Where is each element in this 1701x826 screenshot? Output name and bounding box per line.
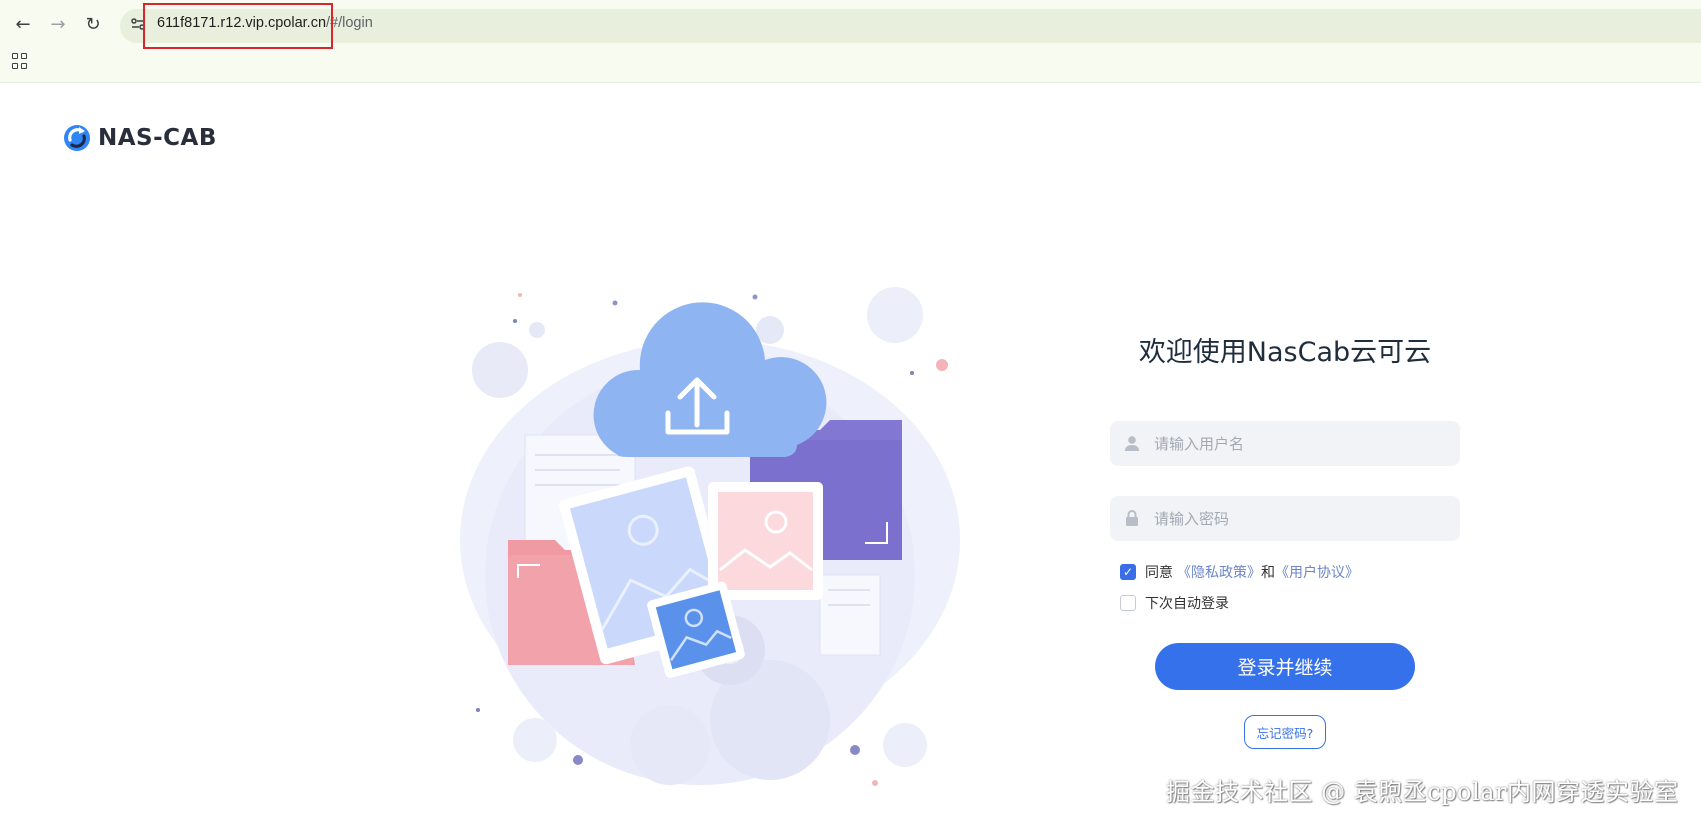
username-field[interactable]: [1110, 421, 1460, 466]
agree-prefix: 同意: [1145, 565, 1173, 581]
password-field[interactable]: [1110, 496, 1460, 541]
user-icon: [1125, 436, 1139, 451]
auto-login-checkbox[interactable]: [1120, 595, 1136, 611]
user-agreement-link[interactable]: 《用户协议》: [1275, 562, 1359, 582]
forward-icon[interactable]: →: [46, 12, 70, 36]
browser-chrome: ← → ↻ 611f8171.r12.vip.cpolar.cn/#/login: [0, 0, 1701, 83]
privacy-policy-link[interactable]: 《隐私政策》: [1177, 562, 1261, 582]
forgot-password-button[interactable]: 忘记密码?: [1244, 715, 1326, 749]
url-path: /#/login: [326, 15, 373, 31]
reload-icon[interactable]: ↻: [81, 12, 105, 36]
nascab-logo: NAS-CAB: [62, 123, 217, 153]
lock-icon: [1126, 510, 1138, 526]
login-title: 欢迎使用NasCab云可云: [1138, 337, 1432, 368]
url-highlight-box: [143, 3, 333, 49]
back-icon[interactable]: ←: [11, 12, 35, 36]
agree-terms-row: ✓ 同意 《隐私政策》 和 《用户协议》: [1120, 562, 1359, 582]
cloud-upload-illustration: [460, 287, 960, 786]
agree-and: 和: [1261, 565, 1275, 581]
auto-login-row: 下次自动登录: [1120, 593, 1229, 613]
apps-grid-icon[interactable]: [12, 53, 28, 69]
password-input[interactable]: [1154, 496, 1454, 541]
login-submit-button[interactable]: 登录并继续: [1155, 643, 1415, 690]
nascab-logo-icon: [64, 125, 90, 151]
username-input[interactable]: [1154, 421, 1454, 466]
browser-toolbar: ← → ↻ 611f8171.r12.vip.cpolar.cn/#/login: [0, 0, 1701, 50]
auto-login-label[interactable]: 下次自动登录: [1145, 593, 1229, 613]
agree-checkbox[interactable]: ✓: [1120, 564, 1136, 580]
logo-text: NAS-CAB: [98, 125, 217, 151]
watermark: 掘金技术社区 @ 袁煦丞cpolar内网穿透实验室: [1166, 778, 1679, 806]
